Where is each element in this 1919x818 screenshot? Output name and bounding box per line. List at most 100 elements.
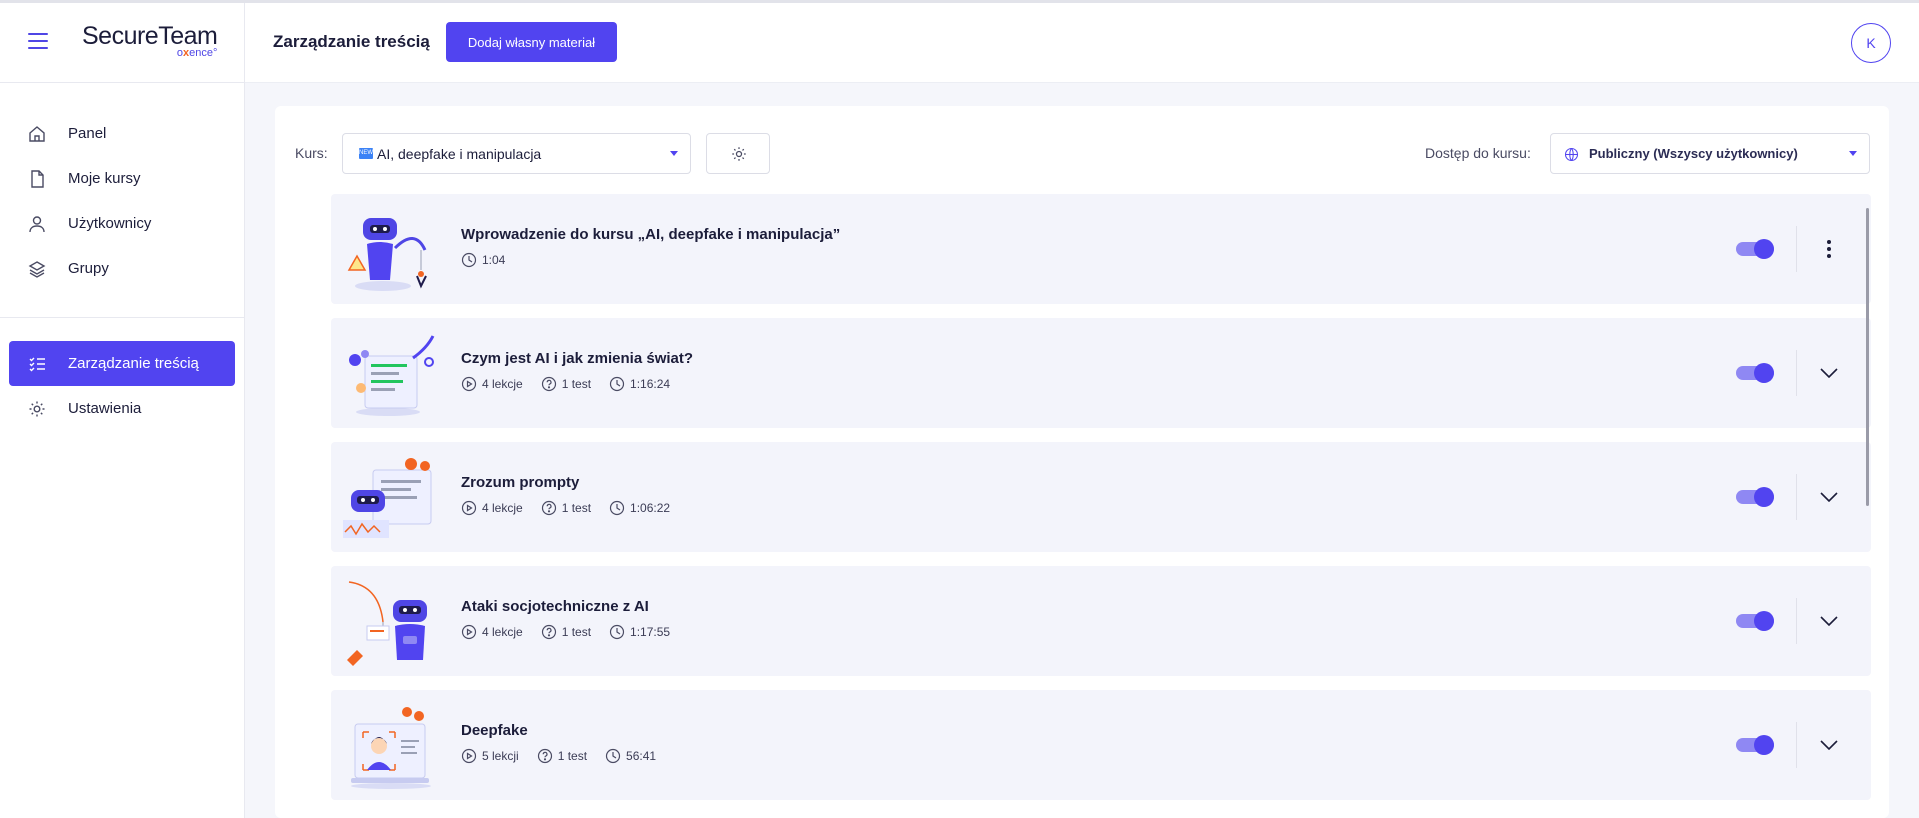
- top-header: Zarządzanie treścią Dodaj własny materia…: [245, 3, 1919, 83]
- clock-icon: [609, 376, 625, 392]
- page-title: Zarządzanie treścią: [273, 32, 430, 51]
- duration-meta: 56:41: [605, 748, 656, 764]
- avatar[interactable]: K: [1851, 23, 1891, 63]
- sidebar-item-uzytkownicy[interactable]: Użytkownicy: [0, 201, 244, 246]
- expand-button[interactable]: [1809, 730, 1849, 760]
- brand-bar: SecureTeam oxence°: [0, 3, 244, 83]
- row-divider: [1796, 722, 1797, 768]
- more-vertical-icon: [1827, 240, 1831, 258]
- play-circle-icon: [461, 376, 477, 392]
- lessons-meta: 5 lekcji: [461, 748, 519, 764]
- row-divider: [1796, 350, 1797, 396]
- play-circle-icon: [461, 624, 477, 640]
- play-circle-icon: [461, 748, 477, 764]
- module-title: Wprowadzenie do kursu „AI, deepfake i ma…: [461, 226, 841, 243]
- new-flag-icon: NEW: [359, 148, 373, 159]
- module-row[interactable]: Wprowadzenie do kursu „AI, deepfake i ma…: [331, 194, 1871, 304]
- prompts-thumbnail: [343, 458, 432, 538]
- user-icon: [29, 216, 45, 233]
- module-visibility-toggle[interactable]: [1736, 363, 1774, 383]
- module-list: Wprowadzenie do kursu „AI, deepfake i ma…: [331, 194, 1871, 814]
- chevron-down-icon: [1820, 740, 1838, 750]
- ai-world-thumbnail: [349, 335, 435, 416]
- sidebar-item-label: Grupy: [68, 260, 109, 277]
- deepfake-thumbnail: [351, 707, 431, 789]
- module-title: Deepfake: [461, 722, 528, 739]
- module-visibility-toggle[interactable]: [1736, 239, 1774, 259]
- lessons-meta: 4 lekcje: [461, 376, 523, 392]
- module-title: Ataki socjotechniczne z AI: [461, 598, 649, 615]
- course-select[interactable]: NEW AI, deepfake i manipulacja: [342, 133, 691, 174]
- chevron-down-icon: [1820, 492, 1838, 502]
- expand-button[interactable]: [1809, 606, 1849, 636]
- module-meta: 4 lekcje 1 test 1:17:55: [461, 624, 688, 640]
- course-settings-button[interactable]: [706, 133, 770, 174]
- sidebar-item-zarzadzanie-trescia[interactable]: Zarządzanie treścią: [9, 341, 235, 386]
- clock-icon: [461, 252, 477, 268]
- clock-icon: [609, 500, 625, 516]
- lessons-meta: 4 lekcje: [461, 624, 523, 640]
- list-check-icon: [29, 357, 45, 372]
- duration-meta: 1:04: [461, 252, 505, 268]
- globe-icon: [1564, 147, 1579, 162]
- access-select[interactable]: Publiczny (Wszyscy użytkownicy): [1550, 133, 1870, 174]
- sidebar-item-label: Panel: [68, 125, 107, 142]
- sidebar: SecureTeam oxence° Panel Moje kursy Użyt…: [0, 3, 245, 818]
- list-scrollbar[interactable]: [1866, 208, 1869, 506]
- chevron-down-icon: [1820, 616, 1838, 626]
- row-divider: [1796, 226, 1797, 272]
- course-select-value: AI, deepfake i manipulacja: [377, 145, 542, 162]
- sidebar-item-moje-kursy[interactable]: Moje kursy: [0, 156, 244, 201]
- lessons-meta: 4 lekcje: [461, 500, 523, 516]
- module-meta: 5 lekcji 1 test 56:41: [461, 748, 674, 764]
- access-label: Dostęp do kursu:: [1425, 145, 1531, 161]
- chevron-down-icon: [1820, 368, 1838, 378]
- row-divider: [1796, 598, 1797, 644]
- logo[interactable]: SecureTeam oxence°: [82, 23, 218, 59]
- module-meta: 4 lekcje 1 test 1:06:22: [461, 500, 688, 516]
- sidebar-nav: Panel Moje kursy Użytkownicy Grupy Zarzą…: [0, 83, 244, 431]
- sidebar-item-grupy[interactable]: Grupy: [0, 246, 244, 291]
- layers-icon: [28, 261, 46, 278]
- module-title: Czym jest AI i jak zmienia świat?: [461, 350, 694, 367]
- clock-icon: [609, 624, 625, 640]
- sidebar-item-label: Użytkownicy: [68, 215, 152, 232]
- module-row[interactable]: Czym jest AI i jak zmienia świat? 4 lekc…: [331, 318, 1871, 428]
- module-visibility-toggle[interactable]: [1736, 487, 1774, 507]
- gear-icon: [29, 401, 45, 417]
- question-circle-icon: [541, 624, 556, 640]
- caret-down-icon: [670, 151, 678, 156]
- module-visibility-toggle[interactable]: [1736, 611, 1774, 631]
- access-select-value: Publiczny (Wszyscy użytkownicy): [1589, 146, 1798, 161]
- module-visibility-toggle[interactable]: [1736, 735, 1774, 755]
- tests-meta: 1 test: [541, 376, 591, 392]
- module-title: Zrozum prompty: [461, 474, 580, 491]
- module-row[interactable]: Deepfake 5 lekcji 1 test 56:41: [331, 690, 1871, 800]
- sidebar-item-ustawienia[interactable]: Ustawienia: [0, 386, 244, 431]
- expand-button[interactable]: [1809, 482, 1849, 512]
- tests-meta: 1 test: [537, 748, 587, 764]
- sidebar-item-label: Zarządzanie treścią: [68, 355, 199, 372]
- duration-meta: 1:17:55: [609, 624, 670, 640]
- sidebar-divider: [0, 317, 244, 318]
- tests-meta: 1 test: [541, 624, 591, 640]
- tests-meta: 1 test: [541, 500, 591, 516]
- question-circle-icon: [541, 500, 556, 516]
- more-options-button[interactable]: [1809, 234, 1849, 264]
- module-meta: 1:04: [461, 252, 523, 268]
- module-meta: 4 lekcje 1 test 1:16:24: [461, 376, 688, 392]
- sidebar-item-label: Ustawienia: [68, 400, 142, 417]
- caret-down-icon: [1849, 151, 1857, 156]
- sidebar-item-panel[interactable]: Panel: [0, 111, 244, 156]
- content-card: Kurs: NEW AI, deepfake i manipulacja Dos…: [275, 106, 1889, 818]
- add-material-button[interactable]: Dodaj własny materiał: [446, 22, 617, 62]
- module-row[interactable]: Zrozum prompty 4 lekcje 1 test 1:06:22: [331, 442, 1871, 552]
- module-row[interactable]: Ataki socjotechniczne z AI 4 lekcje 1 te…: [331, 566, 1871, 676]
- duration-meta: 1:06:22: [609, 500, 670, 516]
- expand-button[interactable]: [1809, 358, 1849, 388]
- home-icon: [29, 126, 45, 142]
- course-label: Kurs:: [295, 145, 328, 161]
- hamburger-menu-icon[interactable]: [28, 33, 48, 49]
- file-icon: [31, 170, 44, 188]
- question-circle-icon: [541, 376, 556, 392]
